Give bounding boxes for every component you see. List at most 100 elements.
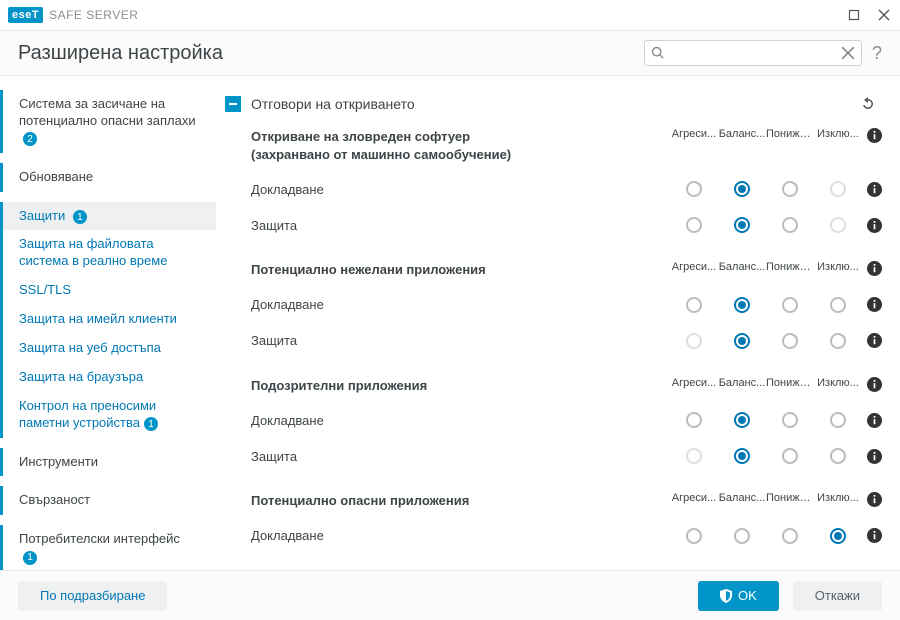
info-icon[interactable] (862, 218, 886, 233)
radio-option[interactable] (766, 217, 814, 233)
info-icon[interactable] (862, 492, 886, 507)
close-button[interactable] (876, 7, 892, 23)
radio-option[interactable] (718, 333, 766, 349)
section-title: Отговори на откриването (251, 96, 858, 112)
collapse-toggle[interactable] (225, 96, 241, 112)
settings-group: Подозрителни приложенияАгреси...Баланс..… (217, 369, 886, 485)
undo-button[interactable] (858, 94, 878, 114)
sidebar-item-connectivity[interactable]: Свързаност (0, 486, 216, 515)
level-header: Изклю... (814, 128, 862, 140)
sidebar-sub-item[interactable]: Защита на имейл клиенти (0, 305, 216, 334)
default-button[interactable]: По подразбиране (18, 581, 167, 611)
radio-option[interactable] (718, 528, 766, 544)
level-header: Пониже... (766, 261, 814, 273)
info-icon[interactable] (862, 333, 886, 348)
radio-option[interactable] (670, 217, 718, 233)
radio-option (814, 181, 862, 197)
sidebar-item-tools[interactable]: Инструменти (0, 448, 216, 477)
ok-button[interactable]: OK (698, 581, 779, 611)
sidebar-item-protections[interactable]: Защити 1 (0, 202, 216, 231)
radio-option[interactable] (766, 181, 814, 197)
info-icon[interactable] (862, 449, 886, 464)
info-icon[interactable] (862, 128, 886, 143)
row-label: Докладване (251, 297, 670, 312)
sidebar-item-update[interactable]: Обновяване (0, 163, 216, 192)
sidebar-sub-item[interactable]: Защита на файловата система в реално вре… (0, 230, 216, 276)
info-icon[interactable] (862, 377, 886, 392)
radio-option[interactable] (766, 297, 814, 313)
level-header: Пониже... (766, 128, 814, 140)
cancel-button[interactable]: Откажи (793, 581, 882, 611)
footer: По подразбиране OK Откажи (0, 570, 900, 620)
level-header: Агреси... (670, 377, 718, 389)
info-icon[interactable] (862, 261, 886, 276)
radio-option[interactable] (718, 412, 766, 428)
radio-option[interactable] (814, 528, 862, 544)
brand-mark: eseT (8, 7, 43, 23)
radio-option[interactable] (814, 412, 862, 428)
radio-option[interactable] (814, 448, 862, 464)
radio-option[interactable] (718, 181, 766, 197)
sidebar-item-threats[interactable]: Система за засичане на потенциално опасн… (0, 90, 216, 153)
sidebar-sub-item[interactable]: Контрол на преносими паметни устройства1 (0, 392, 216, 438)
sidebar-badge: 1 (73, 210, 87, 224)
level-header: Баланс... (718, 261, 766, 273)
info-icon[interactable] (862, 528, 886, 543)
search-input[interactable] (669, 46, 837, 60)
radio-option[interactable] (718, 217, 766, 233)
radio-option[interactable] (718, 448, 766, 464)
setting-row: Защита (251, 438, 886, 474)
setting-row: Защита (251, 207, 886, 243)
sidebar-sub-item[interactable]: Защита на браузъра (0, 363, 216, 392)
maximize-button[interactable] (846, 7, 862, 23)
level-header: Пониже... (766, 377, 814, 389)
level-header: Агреси... (670, 492, 718, 504)
info-icon[interactable] (862, 297, 886, 312)
sidebar-item-label: Инструменти (19, 454, 98, 469)
radio-option (670, 448, 718, 464)
info-icon[interactable] (862, 182, 886, 197)
radio-option[interactable] (766, 528, 814, 544)
window-controls (846, 7, 892, 23)
product-name: SAFE SERVER (49, 8, 138, 22)
sidebar-item-label: Защита на имейл клиенти (19, 311, 177, 326)
brand-logo: eseT SAFE SERVER (8, 7, 138, 23)
radio-option[interactable] (766, 448, 814, 464)
level-header: Изклю... (814, 261, 862, 273)
radio-option[interactable] (766, 333, 814, 349)
setting-row: Докладване (251, 171, 886, 207)
level-header: Изклю... (814, 377, 862, 389)
sidebar-sub-item[interactable]: Защита на уеб достъпа (0, 334, 216, 363)
radio-option (670, 333, 718, 349)
radio-option[interactable] (670, 297, 718, 313)
radio-option[interactable] (718, 297, 766, 313)
radio-option[interactable] (670, 181, 718, 197)
sidebar-badge: 1 (23, 551, 37, 565)
radio-option[interactable] (814, 297, 862, 313)
info-icon[interactable] (862, 413, 886, 428)
radio-option[interactable] (814, 333, 862, 349)
sidebar-item-label: Контрол на преносими паметни устройства (19, 398, 156, 430)
search-box[interactable] (644, 40, 862, 66)
page-title: Разширена настройка (18, 42, 223, 65)
radio-option[interactable] (766, 412, 814, 428)
content-scroll[interactable]: Отговори на откриването Откриване на зло… (217, 88, 890, 570)
search-icon (651, 46, 665, 60)
setting-row: Докладване (251, 402, 886, 438)
radio-option[interactable] (670, 528, 718, 544)
sidebar-item-label: Защити (19, 208, 65, 223)
titlebar: eseT SAFE SERVER (0, 0, 900, 30)
sidebar-sub-item[interactable]: SSL/TLS (0, 276, 216, 305)
sidebar-item-ui[interactable]: Потребителски интерфейс 1 (0, 525, 216, 570)
clear-search-icon[interactable] (841, 46, 855, 60)
radio-option[interactable] (670, 412, 718, 428)
setting-row: Защита (251, 323, 886, 359)
sidebar-badge: 2 (23, 132, 37, 146)
row-label: Защита (251, 449, 670, 464)
undo-icon (860, 96, 876, 112)
help-button[interactable]: ? (872, 43, 882, 64)
group-title: Потенциално нежелани приложения (251, 261, 551, 279)
group-title: Откриване на зловреден софтуер (захранва… (251, 128, 551, 163)
sidebar-item-label: Защита на уеб достъпа (19, 340, 161, 355)
level-header: Агреси... (670, 261, 718, 273)
